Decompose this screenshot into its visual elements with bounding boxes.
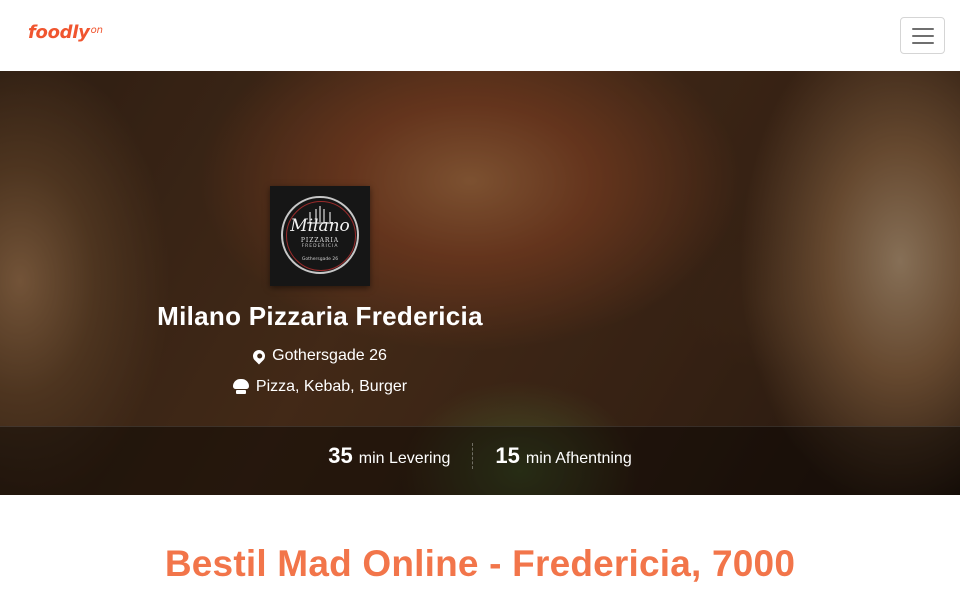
foodly-logo[interactable]: foodly on [28, 22, 103, 43]
address-text: Gothersgade 26 [272, 347, 387, 364]
menu-toggle-button[interactable] [900, 17, 945, 54]
top-navbar: foodly on [0, 0, 960, 71]
categories-text: Pizza, Kebab, Burger [255, 378, 408, 395]
restaurant-categories: Pizza, Kebab, Burger [0, 378, 640, 396]
logo-name: Milano [290, 216, 350, 236]
delivery-time: 35 min Levering [328, 443, 450, 469]
logo-city: FREDERICIA [301, 244, 339, 249]
restaurant-address: Gothersgade 26 [0, 347, 640, 365]
restaurant-logo: Milano PIZZARIA FREDERICIA Gothersgade 2… [270, 186, 370, 286]
delivery-times: 35 min Levering 15 min Afhentning [0, 443, 960, 469]
page-heading: Bestil Mad Online - Fredericia, 7000 [164, 543, 796, 584]
logo-subtitle: PIZZARIA [300, 237, 340, 244]
restaurant-hero: Milano PIZZARIA FREDERICIA Gothersgade 2… [0, 71, 960, 495]
map-marker-icon [250, 347, 268, 365]
pickup-minutes: 15 [495, 443, 520, 468]
hamburger-menu-icon [911, 27, 934, 44]
pickup-time: 15 min Afhentning [495, 443, 631, 469]
chef-hat-icon [232, 379, 249, 395]
delivery-label: min Levering [358, 450, 451, 467]
pickup-label: min Afhentning [525, 450, 632, 467]
delivery-minutes: 35 [328, 443, 353, 468]
brand-name: foodly [28, 22, 90, 43]
restaurant-name: Milano Pizzaria Fredericia [157, 301, 483, 331]
logo-address: Gothersgade 26 [301, 257, 339, 262]
brand-suffix: on [90, 25, 104, 36]
times-divider [472, 443, 474, 469]
